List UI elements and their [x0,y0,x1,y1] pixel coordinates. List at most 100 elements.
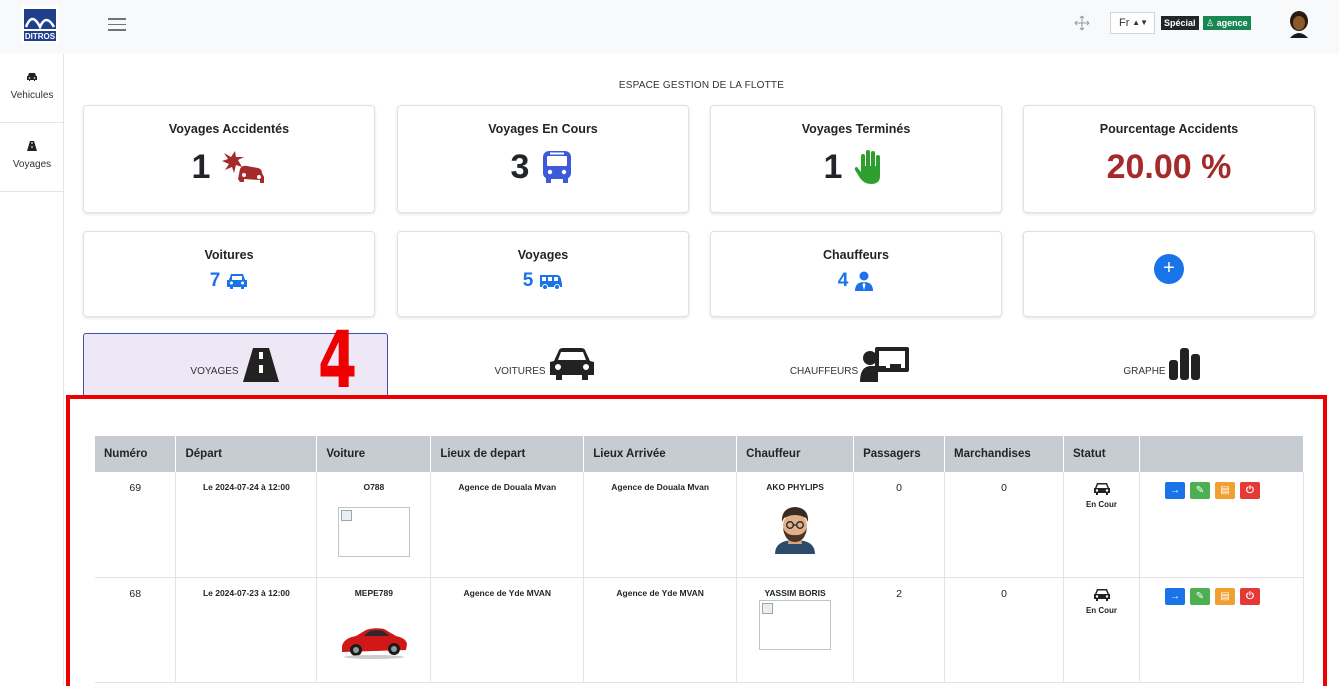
cell-marchandises: 0 [944,472,1065,578]
car-icon [227,274,248,289]
tab-label: VOYAGES [190,366,239,377]
status-text: En Cour [1085,605,1118,615]
stat-card-en-cours: Voyages En Cours 3 [397,105,689,213]
stat-card-title: Chauffeurs [823,248,889,262]
stat-card-title: Voitures [204,248,254,262]
table-header-row: Numéro Départ Voiture Lieux de depart Li… [95,436,1305,472]
view-arrow-button[interactable]: → [1164,482,1185,499]
stat-card-chauffeurs[interactable]: Chauffeurs 4 [710,231,1002,317]
chalkboard-teacher-icon [860,347,910,382]
car-icon [549,348,594,380]
user-tie-icon [855,271,874,291]
power-icon: ⏻ [1246,590,1254,602]
cell-depart: Le 2024-07-23 à 12:00 [175,577,318,683]
badge-agence-label: agence [1216,18,1248,28]
sidebar-item-label: Voyages [12,159,52,170]
menu-toggle-icon[interactable] [108,18,126,32]
cell-voiture: MEPE789 [316,577,432,683]
edit-icon: ✎ [1195,590,1205,602]
edit-button[interactable]: ✎ [1189,587,1210,605]
page-title: ESPACE GESTION DE LA FLOTTE [618,80,785,91]
col-passagers: Passagers [853,436,946,472]
stat-value: 1 [823,148,843,186]
cell-actions: → ✎ ▤ ⏻ [1139,577,1305,683]
tab-voitures[interactable]: VOITURES [400,333,690,395]
cell-lieu-depart: Agence de Yde MVAN [430,577,585,683]
pdf-button[interactable]: ▤ [1214,587,1235,605]
road-icon [27,141,37,151]
stat-card-voitures[interactable]: Voitures 7 [83,231,375,317]
add-button[interactable]: + [1154,254,1184,284]
tab-graphe[interactable]: GRAPHE [1010,333,1315,395]
car-photo [341,627,407,659]
arrow-right-icon: → [1169,485,1180,496]
car-icon [1093,588,1110,601]
file-pdf-icon: ▤ [1220,485,1230,496]
stat-card-accidents: Voyages Accidentés 1 [83,105,375,213]
tab-label: CHAUFFEURS [789,365,859,377]
sidebar-item-voyages[interactable]: Voyages [0,123,64,192]
top-bar: DITROS Fr ▲▼ Spécial ♙ agence [0,0,1339,54]
status-text: En Cour [1085,500,1118,509]
cell-actions: → ✎ ▤ ⏻ [1139,472,1305,578]
stat-card-title: Voyages Accidentés [168,122,290,136]
chauffeur-name: YASSIM BORIS [764,587,826,598]
stat-card-add: + [1023,231,1315,317]
fullscreen-icon[interactable] [1074,15,1090,31]
cell-statut: En Cour [1063,577,1140,683]
shuttle-van-icon [540,275,563,290]
road-icon [242,347,279,382]
voyages-table: Numéro Départ Voiture Lieux de depart Li… [95,436,1305,683]
file-pdf-icon: ▤ [1220,590,1230,602]
power-off-button[interactable]: ⏻ [1239,482,1260,499]
view-arrow-button[interactable]: → [1164,587,1185,605]
sidebar-item-vehicules[interactable]: Vehicules [0,54,64,123]
col-marchandises: Marchandises [944,436,1065,472]
edit-icon: ✎ [1195,485,1205,496]
cell-chauffeur: YASSIM BORIS [736,577,855,683]
cell-statut: En Cour [1063,472,1140,578]
cell-lieu-depart: Agence de Douala Mvan [430,472,585,578]
chauffeur-name: AKO PHYLIPS [766,482,824,492]
stat-card-voyages[interactable]: Voyages 5 [397,231,689,317]
cell-voiture: O788 [316,472,432,578]
col-statut: Statut [1063,436,1140,472]
col-numero: Numéro [95,436,177,472]
language-select[interactable]: Fr ▲▼ [1110,12,1155,34]
badge-agence: ♙ agence [1203,16,1251,30]
stat-card-title: Pourcentage Accidents [1099,122,1239,136]
cell-lieu-arrivee: Agence de Douala Mvan [583,472,738,578]
bar-chart-icon [1168,348,1200,380]
power-icon: ⏻ [1246,485,1254,496]
broken-image-icon [337,507,410,557]
stat-card-termines: Voyages Terminés 1 [710,105,1002,213]
cell-passagers: 2 [853,577,946,683]
car-icon [1093,483,1110,495]
stat-value: 5 [522,270,534,291]
driver-avatar [775,507,816,554]
stat-value: 4 [837,270,849,291]
language-value: Fr [1119,17,1130,29]
select-caret-icon: ▲▼ [1132,18,1148,27]
bus-icon [543,151,572,183]
cell-chauffeur: AKO PHYLIPS [736,472,855,578]
power-off-button[interactable]: ⏻ [1239,587,1260,605]
arrow-right-icon: → [1169,590,1180,602]
table-row: 68 Le 2024-07-23 à 12:00 MEPE789 Agence … [95,577,1305,683]
stat-value: 3 [510,148,530,186]
stat-card-title: Voyages [517,248,569,262]
col-depart: Départ [175,436,318,472]
pdf-button[interactable]: ▤ [1214,482,1235,499]
edit-button[interactable]: ✎ [1189,482,1210,499]
car-crash-icon [222,151,265,183]
tab-label: VOITURES [494,365,546,377]
col-chauffeur: Chauffeur [736,436,855,472]
user-avatar[interactable] [1287,10,1311,38]
ditros-logo[interactable]: DITROS [22,5,58,43]
cell-numero: 69 [95,472,177,578]
tab-chauffeurs[interactable]: CHAUFFEURS [705,333,995,395]
stat-value: 1 [191,148,211,186]
sidebar-item-label: Vehicules [10,90,54,101]
hand-stop-icon [855,150,881,184]
accident-percentage: 20.00 % [1106,148,1232,186]
